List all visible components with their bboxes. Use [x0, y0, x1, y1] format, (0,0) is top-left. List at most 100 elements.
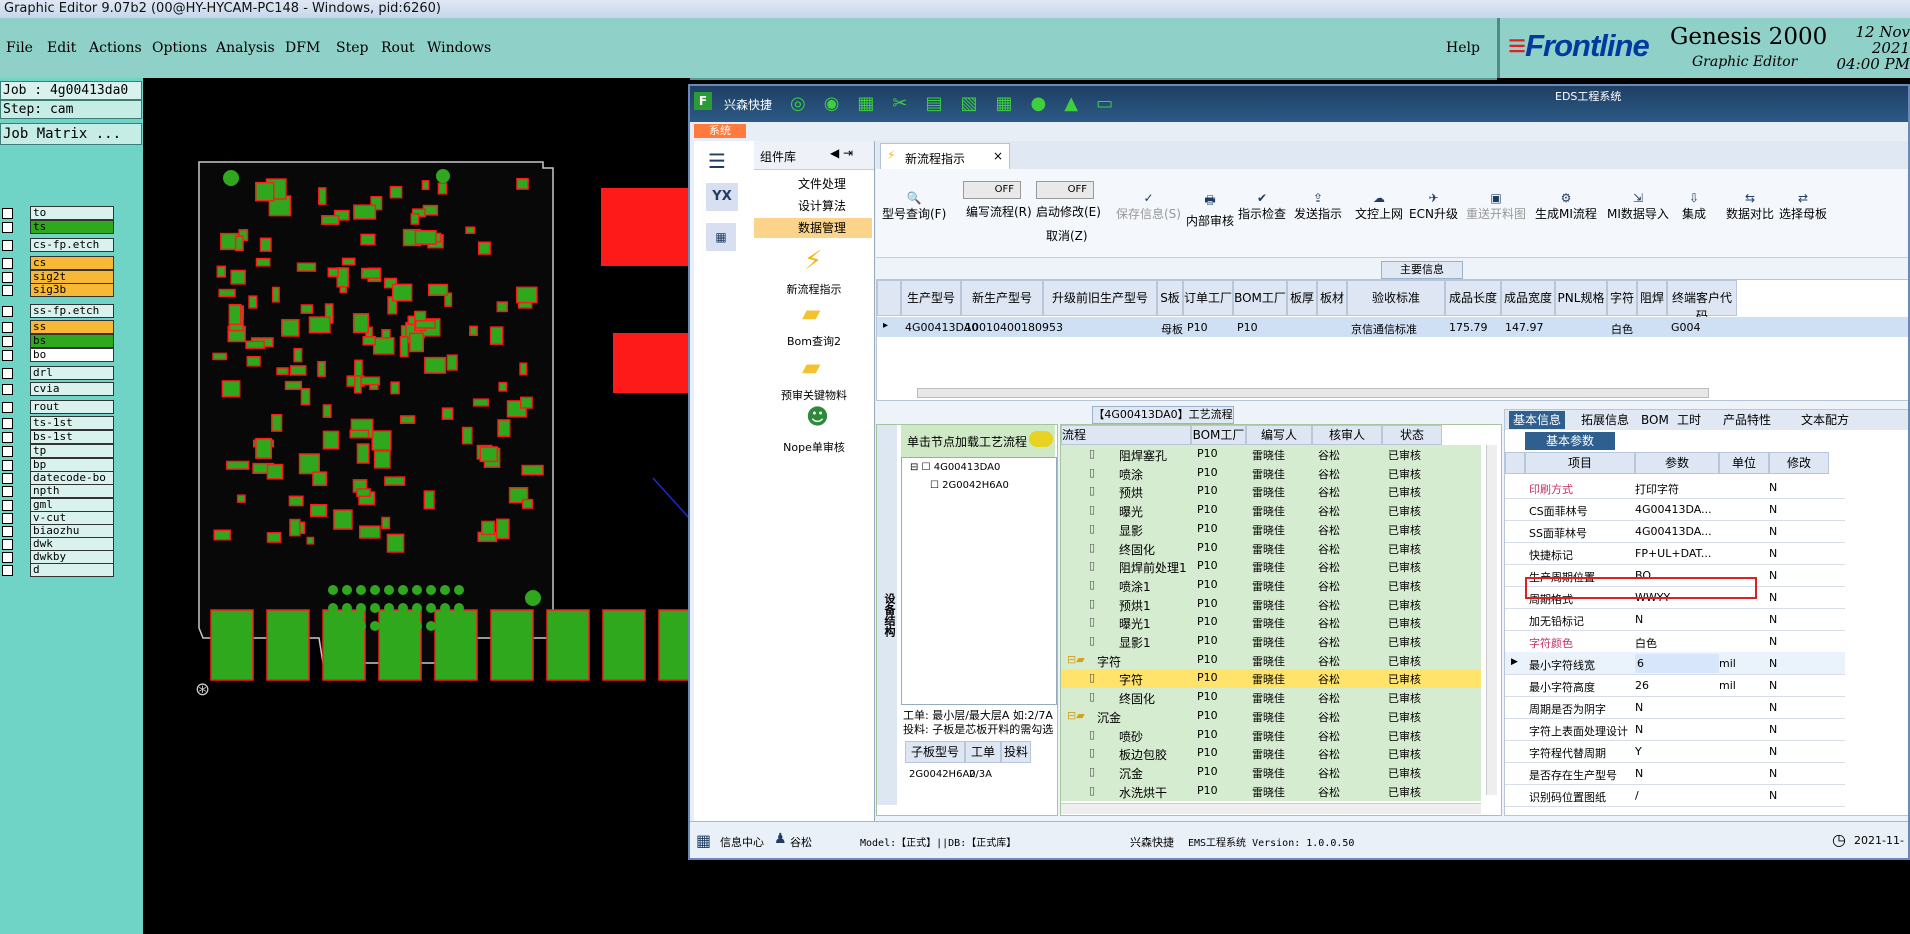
main-cell[interactable]: 京信通信标准 [1351, 321, 1417, 337]
prop-row[interactable]: 字符上表面处理设计 N N [1505, 718, 1845, 741]
menu-help[interactable]: Help [1446, 40, 1480, 56]
main-col-header[interactable]: 升级前旧生产型号 [1043, 280, 1157, 316]
vertical-scrollbar[interactable] [1486, 445, 1497, 795]
prop-cell[interactable]: / [1635, 789, 1639, 802]
prop-cell[interactable]: 白色 [1635, 635, 1657, 651]
prop-tab[interactable]: 拓展信息 [1577, 411, 1633, 429]
flow-row[interactable]: ▯ 喷涂 P10 雷晓佳 谷松 已审核 [1061, 464, 1481, 483]
layer-checkbox[interactable] [2, 368, 13, 379]
layer-checkbox[interactable] [2, 539, 13, 550]
layer-row-cs-fp.etch[interactable]: cs-fp.etch [0, 238, 116, 253]
main-col-header[interactable]: 生产型号 [901, 280, 961, 316]
group-file-processing[interactable]: 文件处理 [754, 174, 872, 194]
toolbar-btn-3[interactable]: ✓ 保存信息(S) [1116, 191, 1181, 222]
layer-row-ts-1st[interactable]: ts-1st [0, 416, 116, 431]
layer-row-bs-1st[interactable]: bs-1st [0, 430, 116, 445]
prop-col-header[interactable]: 修改 [1769, 452, 1829, 474]
info-center-link[interactable]: 信息中心 [720, 834, 764, 850]
menu-analysis[interactable]: Analysis [216, 40, 275, 56]
write-flow-toggle[interactable]: OFF [963, 181, 1021, 199]
flow-col-header[interactable]: BOM工厂 [1191, 425, 1246, 445]
layer-checkbox[interactable] [2, 460, 13, 471]
prop-tab[interactable]: BOM [1637, 411, 1673, 429]
main-cell[interactable]: P10 [1187, 321, 1208, 334]
toolbar-btn-14[interactable]: ⇄ 选择母板 [1779, 191, 1827, 222]
toolbar-btn-13[interactable]: ⇆ 数据对比 [1726, 191, 1774, 222]
flow-row[interactable]: ▯ 预烘1 P10 雷晓佳 谷松 已审核 [1061, 595, 1481, 614]
main-cell[interactable]: 母板 [1161, 321, 1183, 337]
flow-col-header[interactable]: 流程 [1061, 425, 1191, 445]
nav-nope-review[interactable]: Nope单审核 [754, 439, 874, 455]
layer-checkbox[interactable] [2, 526, 13, 537]
flow-row[interactable]: ▯ 喷砂 P10 雷晓佳 谷松 已审核 [1061, 726, 1481, 745]
close-tab-icon[interactable]: × [993, 149, 1003, 163]
layer-checkbox[interactable] [2, 306, 13, 317]
flow-row[interactable]: ▯ 显影 P10 雷晓佳 谷松 已审核 [1061, 520, 1481, 539]
prop-col-header[interactable]: 项目 [1525, 452, 1635, 474]
flow-row[interactable]: ▯ 显影1 P10 雷晓佳 谷松 已审核 [1061, 632, 1481, 651]
tree-node-child[interactable]: ☐ 2G0042H6A0 [930, 480, 1009, 491]
toolbar-btn-2[interactable]: 启动修改(E) [1036, 203, 1101, 220]
layer-checkbox[interactable] [2, 418, 13, 429]
toolbar-btn-9[interactable]: ▣ 重送开料图 [1466, 191, 1526, 222]
flow-row[interactable]: ▯ 水洗烘干 P10 雷晓佳 谷松 已审核 [1061, 782, 1481, 801]
quick-toolbar-icons[interactable]: ◎◉▦✂▤▧▦●▲▭ [790, 93, 1131, 114]
sub-col-header[interactable]: 工单 [965, 741, 1001, 763]
toolbar-btn-8[interactable]: ✈ ECN升级 [1409, 191, 1458, 222]
menu-edit[interactable]: Edit [47, 40, 76, 56]
prop-row[interactable]: 字符程代替周期 Y N [1505, 740, 1845, 763]
main-col-header[interactable]: 成品长度 [1445, 280, 1501, 316]
flow-group-row[interactable]: ⊟▰ 字符 P10 雷晓佳 谷松 已审核 [1061, 651, 1481, 670]
menu-rout[interactable]: Rout [381, 40, 415, 56]
flow-row[interactable]: ▯ 曝光1 P10 雷晓佳 谷松 已审核 [1061, 613, 1481, 632]
group-design-algorithm[interactable]: 设计算法 [754, 196, 872, 216]
layer-checkbox[interactable] [2, 486, 13, 497]
prop-cell[interactable]: N [1635, 767, 1643, 780]
menu-windows[interactable]: Windows [427, 40, 491, 56]
menu-step[interactable]: Step [336, 40, 368, 56]
prop-cell[interactable]: 4G00413DA... [1635, 525, 1712, 538]
flow-row[interactable]: ▯ 阻焊塞孔 P10 雷晓佳 谷松 已审核 [1061, 445, 1481, 464]
flow-row[interactable]: ▯ 板边包胶 P10 雷晓佳 谷松 已审核 [1061, 744, 1481, 763]
pcb-graphic-canvas[interactable]: ⊛ [143, 78, 690, 934]
prop-col-header[interactable]: 单位 [1719, 452, 1769, 474]
main-col-header[interactable]: BOM工厂 [1233, 280, 1287, 316]
layer-row-bo[interactable]: bo [0, 348, 116, 363]
toolbar-btn-1[interactable]: 编写流程(R) [966, 203, 1032, 220]
toolbar-btn-7[interactable]: ☁ 文控上网 [1355, 191, 1403, 222]
layer-checkbox[interactable] [2, 446, 13, 457]
layer-row-tp[interactable]: tp [0, 444, 116, 459]
flow-row[interactable]: ▯ 曝光 P10 雷晓佳 谷松 已审核 [1061, 501, 1481, 520]
main-col-header[interactable]: 字符 [1607, 280, 1637, 316]
main-cell[interactable]: 175.79 [1449, 321, 1488, 334]
layer-checkbox[interactable] [2, 513, 13, 524]
nav-bom-query[interactable]: Bom查询2 [754, 333, 874, 349]
prop-row[interactable]: 最小字符高度 26 mil N [1505, 674, 1845, 697]
toolbar-btn-12[interactable]: ⇩ 集成 [1682, 191, 1706, 222]
layer-row-ts[interactable]: ts [0, 220, 116, 235]
main-cell[interactable]: 147.97 [1505, 321, 1544, 334]
job-matrix-button[interactable]: Job Matrix ... [0, 123, 142, 145]
flow-row[interactable]: ▯ 字符 P10 雷晓佳 谷松 已审核 [1061, 669, 1481, 689]
tree-node-root[interactable]: ⊟ ☐ 4G00413DA0 [910, 462, 1000, 473]
prop-row[interactable]: 加无铅标记 N N [1505, 608, 1845, 631]
prop-row[interactable]: 周期是否为阴字 N N [1505, 696, 1845, 719]
main-col-header[interactable]: S板 [1157, 280, 1183, 316]
flow-row[interactable]: ▯ 沉金 P10 雷晓佳 谷松 已审核 [1061, 763, 1481, 782]
prop-col-header[interactable]: 参数 [1635, 452, 1719, 474]
prop-cell[interactable]: 打印字符 [1635, 481, 1679, 497]
toolbar-btn-6[interactable]: ⇪ 发送指示 [1294, 191, 1342, 222]
main-col-header[interactable]: 板材 [1317, 280, 1347, 316]
main-col-header[interactable]: 阻焊 [1637, 280, 1667, 316]
cancel-button[interactable]: 取消(Z) [1046, 227, 1088, 244]
sub-cell[interactable]: 2G0042H6A0 [909, 769, 976, 780]
flow-row[interactable]: ▯ 预烘 P10 雷晓佳 谷松 已审核 [1061, 482, 1481, 501]
prop-row[interactable]: 印刷方式 打印字符 N [1505, 476, 1845, 499]
sub-col-header[interactable]: 投料 [1001, 741, 1031, 763]
main-col-header[interactable]: 新生产型号 [961, 280, 1043, 316]
flow-row[interactable]: ▯ 终固化 P10 雷晓佳 谷松 已审核 [1061, 539, 1481, 558]
menu-dfm[interactable]: DFM [285, 40, 320, 56]
flow-row[interactable]: ▯ 喷涂1 P10 雷晓佳 谷松 已审核 [1061, 576, 1481, 595]
toolbar-btn-5[interactable]: ✔ 指示检查 [1238, 191, 1286, 222]
toolbar-btn-4[interactable]: 🖶 内部审核 [1186, 191, 1234, 229]
